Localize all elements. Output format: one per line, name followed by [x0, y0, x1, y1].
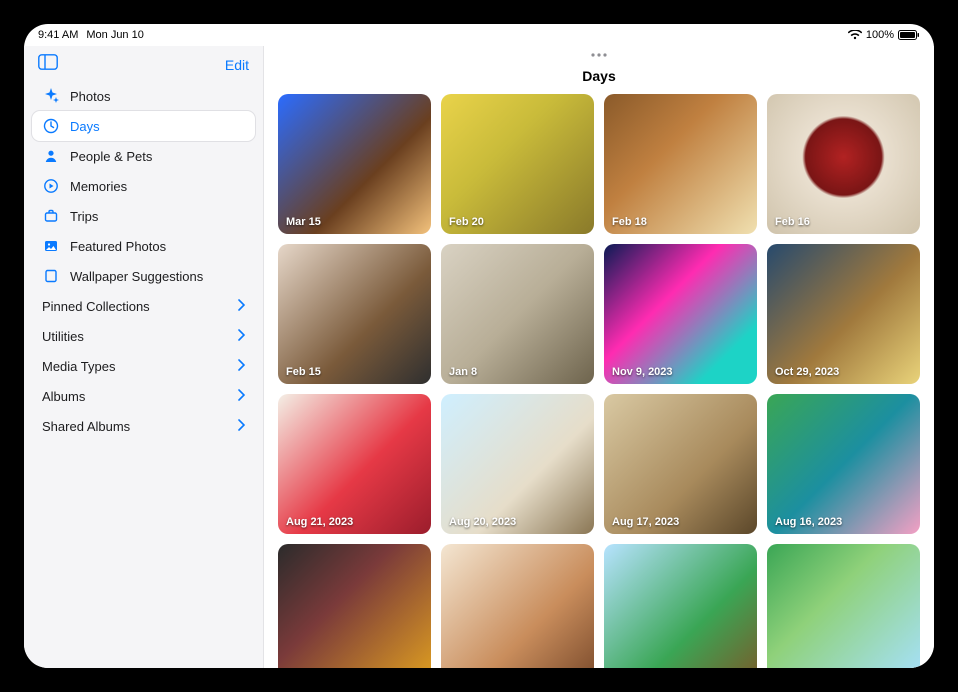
thumb-date: Aug 21, 2023	[286, 516, 353, 528]
sidebar-group-shared-albums[interactable]: Shared Albums	[32, 411, 255, 441]
thumb-date: Aug 20, 2023	[449, 516, 516, 528]
sidebar-group-label: Utilities	[42, 329, 84, 344]
sidebar-item-label: People & Pets	[70, 149, 152, 164]
photo-placeholder	[441, 94, 594, 234]
day-thumb[interactable]	[441, 544, 594, 668]
photo-placeholder	[278, 394, 431, 534]
chevron-right-icon	[237, 299, 245, 314]
photo-placeholder	[604, 94, 757, 234]
sidebar-group-utilities[interactable]: Utilities	[32, 321, 255, 351]
photo-placeholder	[767, 244, 920, 384]
thumb-date: Feb 15	[286, 366, 321, 378]
sidebar: Edit Photos Days	[24, 46, 264, 668]
sidebar-item-label: Featured Photos	[70, 239, 166, 254]
chevron-right-icon	[237, 359, 245, 374]
edit-button[interactable]: Edit	[225, 57, 249, 73]
status-bar: 9:41 AM Mon Jun 10 100%	[24, 24, 934, 46]
photo-placeholder	[604, 244, 757, 384]
day-thumb[interactable]: Nov 9, 2023	[604, 244, 757, 384]
day-thumb[interactable]: Aug 17, 2023	[604, 394, 757, 534]
sidebar-item-label: Memories	[70, 179, 127, 194]
sidebar-group-media-types[interactable]: Media Types	[32, 351, 255, 381]
photo-placeholder	[604, 544, 757, 668]
page-title: Days	[264, 64, 934, 94]
day-thumb[interactable]: Oct 29, 2023	[767, 244, 920, 384]
battery-icon	[898, 30, 920, 40]
thumb-date: Feb 20	[449, 216, 484, 228]
thumb-date: Feb 18	[612, 216, 647, 228]
sidebar-top: Edit	[32, 52, 255, 81]
thumb-date: Nov 9, 2023	[612, 366, 673, 378]
screen: 9:41 AM Mon Jun 10 100% E	[24, 24, 934, 668]
sidebar-item-label: Days	[70, 119, 100, 134]
day-thumb[interactable]	[604, 544, 757, 668]
sparkle-icon	[42, 87, 60, 105]
sidebar-item-label: Trips	[70, 209, 98, 224]
battery-percent: 100%	[866, 29, 894, 41]
day-thumb[interactable]: Aug 20, 2023	[441, 394, 594, 534]
day-thumb[interactable]: Mar 15	[278, 94, 431, 234]
day-thumb[interactable]: Feb 15	[278, 244, 431, 384]
person-icon	[42, 147, 60, 165]
photo-placeholder	[278, 544, 431, 668]
photos-icon	[42, 237, 60, 255]
photo-placeholder	[767, 544, 920, 668]
sidebar-group-albums[interactable]: Albums	[32, 381, 255, 411]
thumb-date: Feb 16	[775, 216, 810, 228]
photo-placeholder	[441, 544, 594, 668]
photo-placeholder	[767, 94, 920, 234]
photo-placeholder	[278, 94, 431, 234]
more-handle[interactable]	[264, 46, 934, 64]
chevron-right-icon	[237, 389, 245, 404]
status-time: 9:41 AM	[38, 29, 78, 41]
sidebar-item-label: Wallpaper Suggestions	[70, 269, 203, 284]
app: Edit Photos Days	[24, 46, 934, 668]
sidebar-item-people-pets[interactable]: People & Pets	[32, 141, 255, 171]
sidebar-group-label: Albums	[42, 389, 85, 404]
thumb-date: Mar 15	[286, 216, 321, 228]
main-content: Days Mar 15 Feb 20 Feb 18 Feb 16 Feb 15 …	[264, 46, 934, 668]
memories-icon	[42, 177, 60, 195]
sidebar-item-days[interactable]: Days	[32, 111, 255, 141]
chevron-right-icon	[237, 419, 245, 434]
status-right: 100%	[848, 29, 920, 41]
day-thumb[interactable]: Feb 16	[767, 94, 920, 234]
chevron-right-icon	[237, 329, 245, 344]
day-thumb[interactable]: Feb 20	[441, 94, 594, 234]
sidebar-group-label: Media Types	[42, 359, 115, 374]
thumb-date: Aug 16, 2023	[775, 516, 842, 528]
sidebar-item-memories[interactable]: Memories	[32, 171, 255, 201]
day-thumb[interactable]: Feb 18	[604, 94, 757, 234]
day-thumb[interactable]: Jan 8	[441, 244, 594, 384]
sidebar-group-label: Shared Albums	[42, 419, 130, 434]
photo-placeholder	[604, 394, 757, 534]
day-thumb[interactable]: Aug 16, 2023	[767, 394, 920, 534]
sidebar-group-label: Pinned Collections	[42, 299, 150, 314]
photo-placeholder	[278, 244, 431, 384]
device-frame: 9:41 AM Mon Jun 10 100% E	[0, 0, 958, 692]
status-date: Mon Jun 10	[86, 29, 143, 41]
status-left: 9:41 AM Mon Jun 10	[38, 29, 144, 41]
day-thumb[interactable]	[767, 544, 920, 668]
wifi-icon	[848, 30, 862, 40]
sidebar-item-featured-photos[interactable]: Featured Photos	[32, 231, 255, 261]
wallpaper-icon	[42, 267, 60, 285]
sidebar-item-label: Photos	[70, 89, 110, 104]
photo-placeholder	[441, 394, 594, 534]
thumb-date: Oct 29, 2023	[775, 366, 839, 378]
sidebar-toggle-icon[interactable]	[38, 54, 58, 75]
sidebar-item-photos[interactable]: Photos	[32, 81, 255, 111]
suitcase-icon	[42, 207, 60, 225]
sidebar-item-wallpaper-suggestions[interactable]: Wallpaper Suggestions	[32, 261, 255, 291]
days-grid[interactable]: Mar 15 Feb 20 Feb 18 Feb 16 Feb 15 Jan 8…	[264, 94, 934, 668]
photo-placeholder	[767, 394, 920, 534]
clock-icon	[42, 117, 60, 135]
thumb-date: Aug 17, 2023	[612, 516, 679, 528]
thumb-date: Jan 8	[449, 366, 477, 378]
sidebar-item-trips[interactable]: Trips	[32, 201, 255, 231]
day-thumb[interactable]: Aug 21, 2023	[278, 394, 431, 534]
sidebar-group-pinned-collections[interactable]: Pinned Collections	[32, 291, 255, 321]
day-thumb[interactable]	[278, 544, 431, 668]
photo-placeholder	[441, 244, 594, 384]
